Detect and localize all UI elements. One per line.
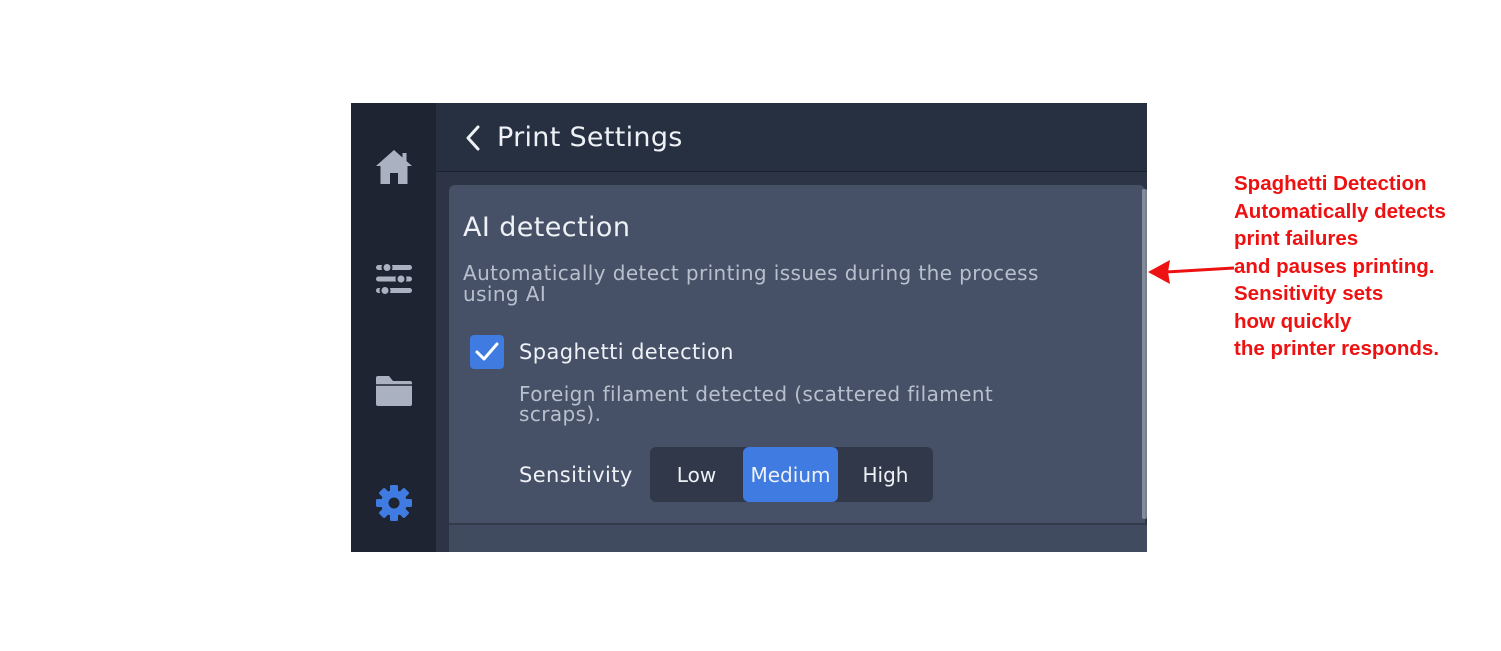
scrollbar[interactable] <box>1142 189 1147 519</box>
annotation-line: Spaghetti Detection <box>1234 172 1427 195</box>
annotation-line: Automatically detects <box>1234 199 1446 223</box>
gear-icon <box>375 485 412 521</box>
annotation-line: how quickly <box>1234 309 1352 333</box>
sensitivity-selector: Low Medium High <box>650 447 933 502</box>
sidebar-item-settings[interactable] <box>351 473 436 533</box>
sliders-icon <box>375 262 412 296</box>
sensitivity-option-low[interactable]: Low <box>650 447 743 502</box>
page-title: Print Settings <box>497 122 683 153</box>
next-card <box>449 525 1147 552</box>
annotation-line: and pauses printing. <box>1234 254 1435 278</box>
sensitivity-label: Sensitivity <box>519 463 633 487</box>
annotation-callout: Spaghetti Detection Automatically detect… <box>1234 170 1496 363</box>
sidebar-item-controls[interactable] <box>351 249 436 309</box>
sensitivity-option-medium[interactable]: Medium <box>743 447 838 502</box>
checkmark-icon <box>475 342 499 361</box>
annotation-line: Sensitivity sets <box>1234 282 1384 305</box>
section-title: AI detection <box>463 212 631 243</box>
folder-icon <box>375 376 412 406</box>
header-bar: Print Settings <box>436 103 1147 172</box>
home-icon <box>375 150 412 184</box>
annotation-arrow <box>1148 260 1235 284</box>
sidebar-item-files[interactable] <box>351 361 436 421</box>
sidebar <box>351 103 436 552</box>
annotation-line: the printer responds. <box>1234 337 1440 360</box>
spaghetti-detection-description: Foreign filament detected (scattered fil… <box>519 382 994 426</box>
spaghetti-detection-checkbox[interactable] <box>470 335 504 369</box>
back-button[interactable] <box>458 121 488 155</box>
spaghetti-detection-label[interactable]: Spaghetti detection <box>519 337 734 367</box>
sensitivity-option-high[interactable]: High <box>838 447 933 502</box>
printer-screen: Print Settings AI detection Automaticall… <box>351 103 1147 552</box>
chevron-left-icon <box>466 125 480 151</box>
annotation-line: print failures <box>1234 227 1359 250</box>
sidebar-item-home[interactable] <box>351 137 436 197</box>
section-description: Automatically detect printing issues dur… <box>463 261 1039 306</box>
